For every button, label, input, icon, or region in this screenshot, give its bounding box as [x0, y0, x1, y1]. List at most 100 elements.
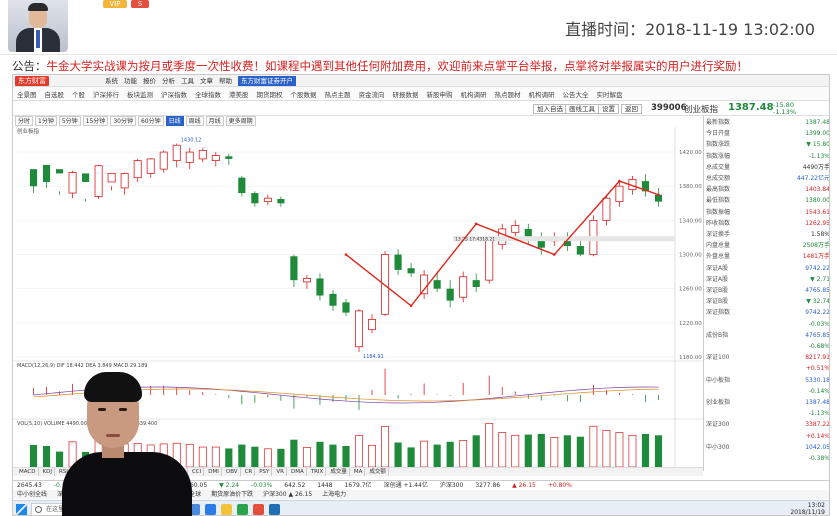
candle-body [433, 280, 441, 289]
period-tab[interactable]: 月线 [205, 116, 224, 126]
toolbar-item[interactable]: 热点主题 [325, 89, 351, 99]
toolbar-item[interactable]: 新股申购 [427, 89, 453, 99]
news-item[interactable]: 上海电力 [322, 490, 346, 499]
quote-value: 1262.95 [805, 219, 830, 227]
period-tab[interactable]: 周线 [185, 116, 204, 126]
period-tab[interactable]: 30分钟 [110, 116, 136, 126]
teacher-avatar[interactable] [8, 0, 68, 52]
toolbar-item[interactable]: 个股 [72, 89, 85, 99]
menu-item[interactable]: 帮助 [219, 76, 232, 86]
announcement-text: 牛金大学实战课为按月或季度一次性收费！如课程中遇到其他任何附加费用，欢迎前来点掌… [46, 59, 749, 73]
app-blue-icon[interactable] [269, 504, 280, 515]
edge-browser-icon[interactable] [205, 504, 216, 515]
quote-row: 深证指数 9742.22 [706, 308, 830, 317]
menu-item[interactable]: 报价 [143, 76, 156, 86]
volume-bar [524, 434, 532, 467]
toolbar-item[interactable]: 期货期权 [257, 89, 283, 99]
settings-button[interactable]: 设置 [598, 104, 619, 114]
toolbar-item[interactable]: 研报数据 [393, 89, 419, 99]
quote-row: 成份B指 4765.85 [706, 331, 829, 340]
open-account-link[interactable]: 东方财富证券开户 [238, 76, 296, 86]
status-item: +0.80% [547, 482, 572, 489]
period-tab[interactable]: 60分钟 [137, 116, 164, 126]
candle-body [459, 276, 468, 298]
period-tab[interactable]: 更多周期 [225, 116, 256, 126]
indicator-tab[interactable]: OBV [224, 468, 241, 476]
quote-row: +0.51% [706, 364, 829, 373]
quote-value: 9742.22 [805, 309, 830, 317]
indicator-tab[interactable]: TRIX [309, 468, 327, 476]
indicator-tab[interactable]: CCI [190, 468, 205, 476]
crosshair-label: 13.25 17:4318.21 [455, 236, 495, 242]
quote-value: ▼ 15.80 [806, 141, 830, 149]
add-watchlist-button[interactable]: 加入自选 [533, 104, 567, 114]
menu-item[interactable]: 功能 [124, 76, 137, 86]
period-tab[interactable]: 1分钟 [35, 116, 57, 126]
vip-badge: VIP [103, 0, 127, 8]
toolbar-item[interactable]: 港美股 [229, 89, 249, 99]
candle-body [68, 172, 77, 194]
quote-value: -1.13% [808, 152, 830, 160]
quote-value: 447.22亿元 [797, 175, 830, 182]
stock-price: 1387.48 [728, 102, 774, 113]
indicator-tab[interactable]: 成交额 [367, 468, 389, 476]
toolbar-item[interactable]: 板块监测 [127, 89, 153, 99]
quote-label: 深证指数 [706, 309, 731, 317]
indicator-tab[interactable]: 成交量 [328, 468, 350, 476]
status-item: 642.52 [284, 482, 306, 489]
candle-body [29, 169, 38, 187]
indicator-tab[interactable]: KDJ [41, 468, 55, 476]
toolbar-item[interactable]: 热点题材 [495, 89, 521, 99]
toolbar-item[interactable]: 全球指数 [195, 89, 221, 99]
volume-bar [368, 444, 376, 467]
menu-item[interactable]: 系统 [105, 76, 118, 86]
indicator-tab[interactable]: MA [352, 468, 366, 476]
period-tab[interactable]: 分时 [15, 116, 34, 126]
period-tab[interactable]: 日线 [165, 116, 184, 126]
quote-row: 最低指数 1380.00 [706, 196, 829, 205]
indicator-tab[interactable]: MACD [17, 468, 39, 476]
windows-start-icon[interactable] [16, 504, 27, 515]
indicator-tab[interactable]: PSY [257, 468, 273, 476]
period-tab[interactable]: 15分钟 [82, 116, 109, 126]
toolbar-item[interactable]: 实时解盘 [597, 89, 623, 99]
news-item[interactable]: 沪深300 ▲ 26.15 [263, 490, 312, 499]
menu-item[interactable]: 文章 [200, 76, 213, 86]
period-tab[interactable]: 5分钟 [58, 116, 81, 126]
toolbar-item[interactable]: 资金流向 [359, 89, 385, 99]
toolbar-item[interactable]: 自选股 [45, 89, 65, 99]
volume-bar [615, 432, 624, 467]
quote-row: 最高指数 1403.84 [706, 185, 829, 194]
toolbar-item[interactable]: 沪深排行 [93, 89, 119, 99]
toolbar-item[interactable]: 全景图 [17, 89, 37, 99]
indicator-tab[interactable]: DMA [289, 468, 307, 476]
low-label: 1184.91 [363, 354, 384, 360]
toolbar-item[interactable]: 沪深指数 [161, 89, 187, 99]
candle-body [82, 173, 90, 182]
volume-bar [472, 435, 480, 467]
indicator-tab[interactable]: VR [274, 468, 287, 476]
app-green-icon[interactable] [237, 504, 248, 515]
news-item[interactable]: 期货原油价下跌 [211, 490, 253, 499]
draw-tool-button[interactable]: 画线工具 [565, 104, 599, 114]
news-item[interactable]: 中小创全线 [17, 490, 47, 499]
back-button[interactable]: 返回 [621, 104, 642, 114]
menu-item[interactable]: 工具 [181, 76, 194, 86]
stock-change-pct: -1.13% [773, 108, 796, 116]
candle-body [511, 225, 520, 233]
toolbar-item[interactable]: 公告大全 [563, 89, 589, 99]
toolbar-item[interactable]: 机构调研 [461, 89, 487, 99]
indicator-tab[interactable]: CR [243, 468, 256, 476]
file-explorer-icon[interactable] [221, 504, 232, 515]
quote-panel: 最新指数 1387.48 今日开盘 1399.00 指数涨跌 ▼ 15.80 指数涨幅 -1.… [703, 116, 830, 471]
volume-bar [355, 435, 363, 467]
toolbar-item[interactable]: 机构调研 [529, 89, 555, 99]
quote-row: 深证300 3387.22 [706, 420, 829, 429]
app-red-icon[interactable] [253, 504, 264, 515]
stock-code: 399006 [651, 103, 687, 113]
indicator-tab[interactable]: DMI [206, 468, 222, 476]
menu-item[interactable]: 分析 [162, 76, 175, 86]
app-logo: 东方财富 [15, 76, 49, 86]
volume-bar [459, 440, 468, 467]
toolbar-item[interactable]: 个股数据 [291, 89, 317, 99]
